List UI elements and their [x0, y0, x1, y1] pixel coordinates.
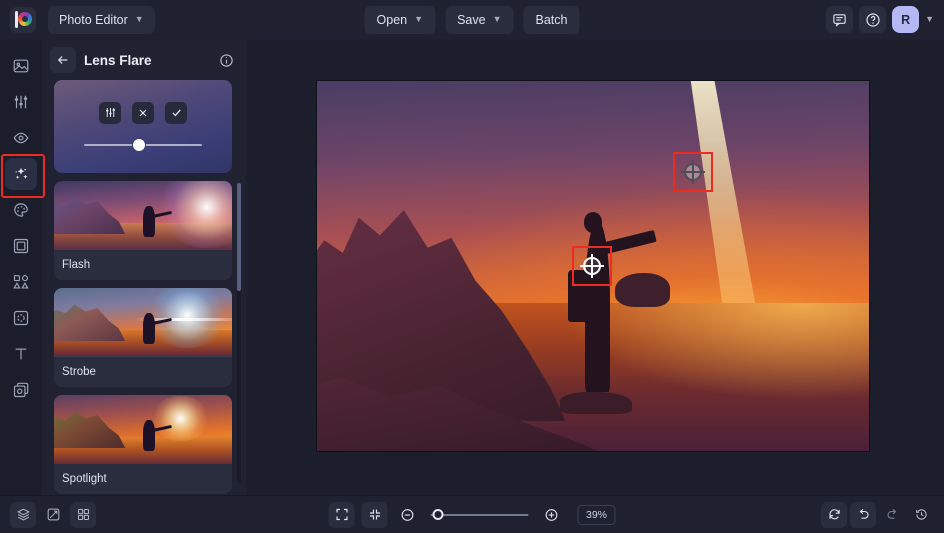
layers-icon[interactable] [10, 501, 36, 528]
preset-label: Flash [62, 259, 91, 271]
panel-header: Lens Flare [42, 40, 246, 80]
zoom-slider[interactable] [430, 508, 529, 522]
app-window: Photo Editor ▼ Open ▼ Save ▼ Batch R ▼ L… [0, 0, 944, 533]
panel-scrollbar-thumb[interactable] [237, 183, 241, 291]
preset-label: Strobe [62, 366, 96, 378]
sidebar-item-effects[interactable] [1, 154, 45, 198]
redo-icon[interactable] [879, 502, 905, 528]
open-button[interactable]: Open ▼ [364, 5, 436, 34]
list-item[interactable]: Strobe [54, 288, 232, 387]
close-x-icon[interactable] [132, 101, 154, 124]
sidebar-item-adjust[interactable] [5, 86, 37, 118]
sidebar-item-retouch[interactable] [5, 122, 37, 154]
effects-panel: Lens Flare Flash Strobe Spotlight [42, 40, 246, 495]
sidebar-item-color[interactable] [5, 194, 37, 226]
bottom-toolbar: 39% [0, 495, 944, 533]
preset-label: Spotlight [62, 473, 107, 485]
chevron-down-icon: ▼ [414, 14, 424, 24]
chevron-down-icon[interactable]: ▼ [925, 15, 934, 24]
question-circle-icon[interactable] [859, 6, 887, 33]
flare-origin-marker-subject[interactable] [579, 253, 605, 279]
chevron-down-icon: ▼ [492, 14, 502, 24]
sidebar-item-image[interactable] [5, 50, 37, 82]
chevron-down-icon: ▼ [134, 14, 144, 24]
zoom-out-icon[interactable] [395, 502, 421, 528]
sidebar-item-overlay[interactable] [5, 374, 37, 406]
history-tools [821, 501, 934, 528]
page-title: Lens Flare [84, 52, 152, 68]
sidebar-item-text[interactable] [5, 338, 37, 370]
tool-rail [0, 40, 45, 495]
save-button[interactable]: Save ▼ [445, 5, 514, 34]
preset-list[interactable]: Flash Strobe Spotlight [42, 80, 246, 495]
zoom-level-badge[interactable]: 39% [577, 504, 616, 525]
preset-thumbnail [54, 288, 232, 356]
check-icon[interactable] [165, 101, 187, 124]
brand-logo-icon[interactable] [10, 6, 36, 33]
user-avatar[interactable]: R [892, 6, 920, 33]
avatar-initial: R [901, 12, 911, 27]
view-tools [10, 501, 96, 528]
flare-intensity-slider[interactable] [84, 138, 202, 152]
canvas-area[interactable] [246, 40, 944, 495]
active-flare-control-card[interactable] [54, 80, 232, 173]
undo-icon[interactable] [850, 501, 876, 528]
compare-split-icon[interactable] [40, 502, 66, 528]
right-actions: R ▼ [826, 6, 934, 33]
preset-thumbnail [54, 181, 232, 249]
grid-view-icon[interactable] [70, 501, 96, 528]
zoom-in-icon[interactable] [539, 502, 565, 528]
sidebar-item-shapes[interactable] [5, 266, 37, 298]
fit-screen-icon[interactable] [328, 501, 355, 528]
main-area: Lens Flare Flash Strobe Spotlight [0, 40, 944, 495]
preset-thumbnail [54, 395, 232, 463]
history-clock-icon[interactable] [908, 502, 934, 528]
sliders-icon[interactable] [99, 101, 121, 124]
top-toolbar: Photo Editor ▼ Open ▼ Save ▼ Batch R ▼ [0, 0, 944, 40]
comment-icon[interactable] [826, 6, 854, 33]
sidebar-item-frame[interactable] [5, 230, 37, 262]
zoom-controls: 39% [328, 501, 616, 528]
open-button-label: Open [376, 12, 408, 27]
batch-button[interactable]: Batch [523, 5, 580, 34]
flare-origin-marker-sky[interactable] [680, 159, 706, 185]
mode-selector[interactable]: Photo Editor ▼ [48, 5, 155, 34]
save-button-label: Save [457, 12, 486, 27]
info-circle-icon[interactable] [219, 53, 234, 68]
shrink-screen-icon[interactable] [361, 501, 388, 528]
list-item[interactable]: Flash [54, 181, 232, 280]
center-actions: Open ▼ Save ▼ Batch [364, 5, 580, 34]
sidebar-item-focus[interactable] [5, 302, 37, 334]
arrow-left-icon[interactable] [50, 47, 76, 73]
reset-rotate-icon[interactable] [821, 501, 847, 528]
mode-selector-label: Photo Editor [59, 12, 128, 27]
list-item[interactable]: Spotlight [54, 395, 232, 494]
batch-button-label: Batch [535, 12, 568, 27]
control-button-row [99, 101, 187, 124]
